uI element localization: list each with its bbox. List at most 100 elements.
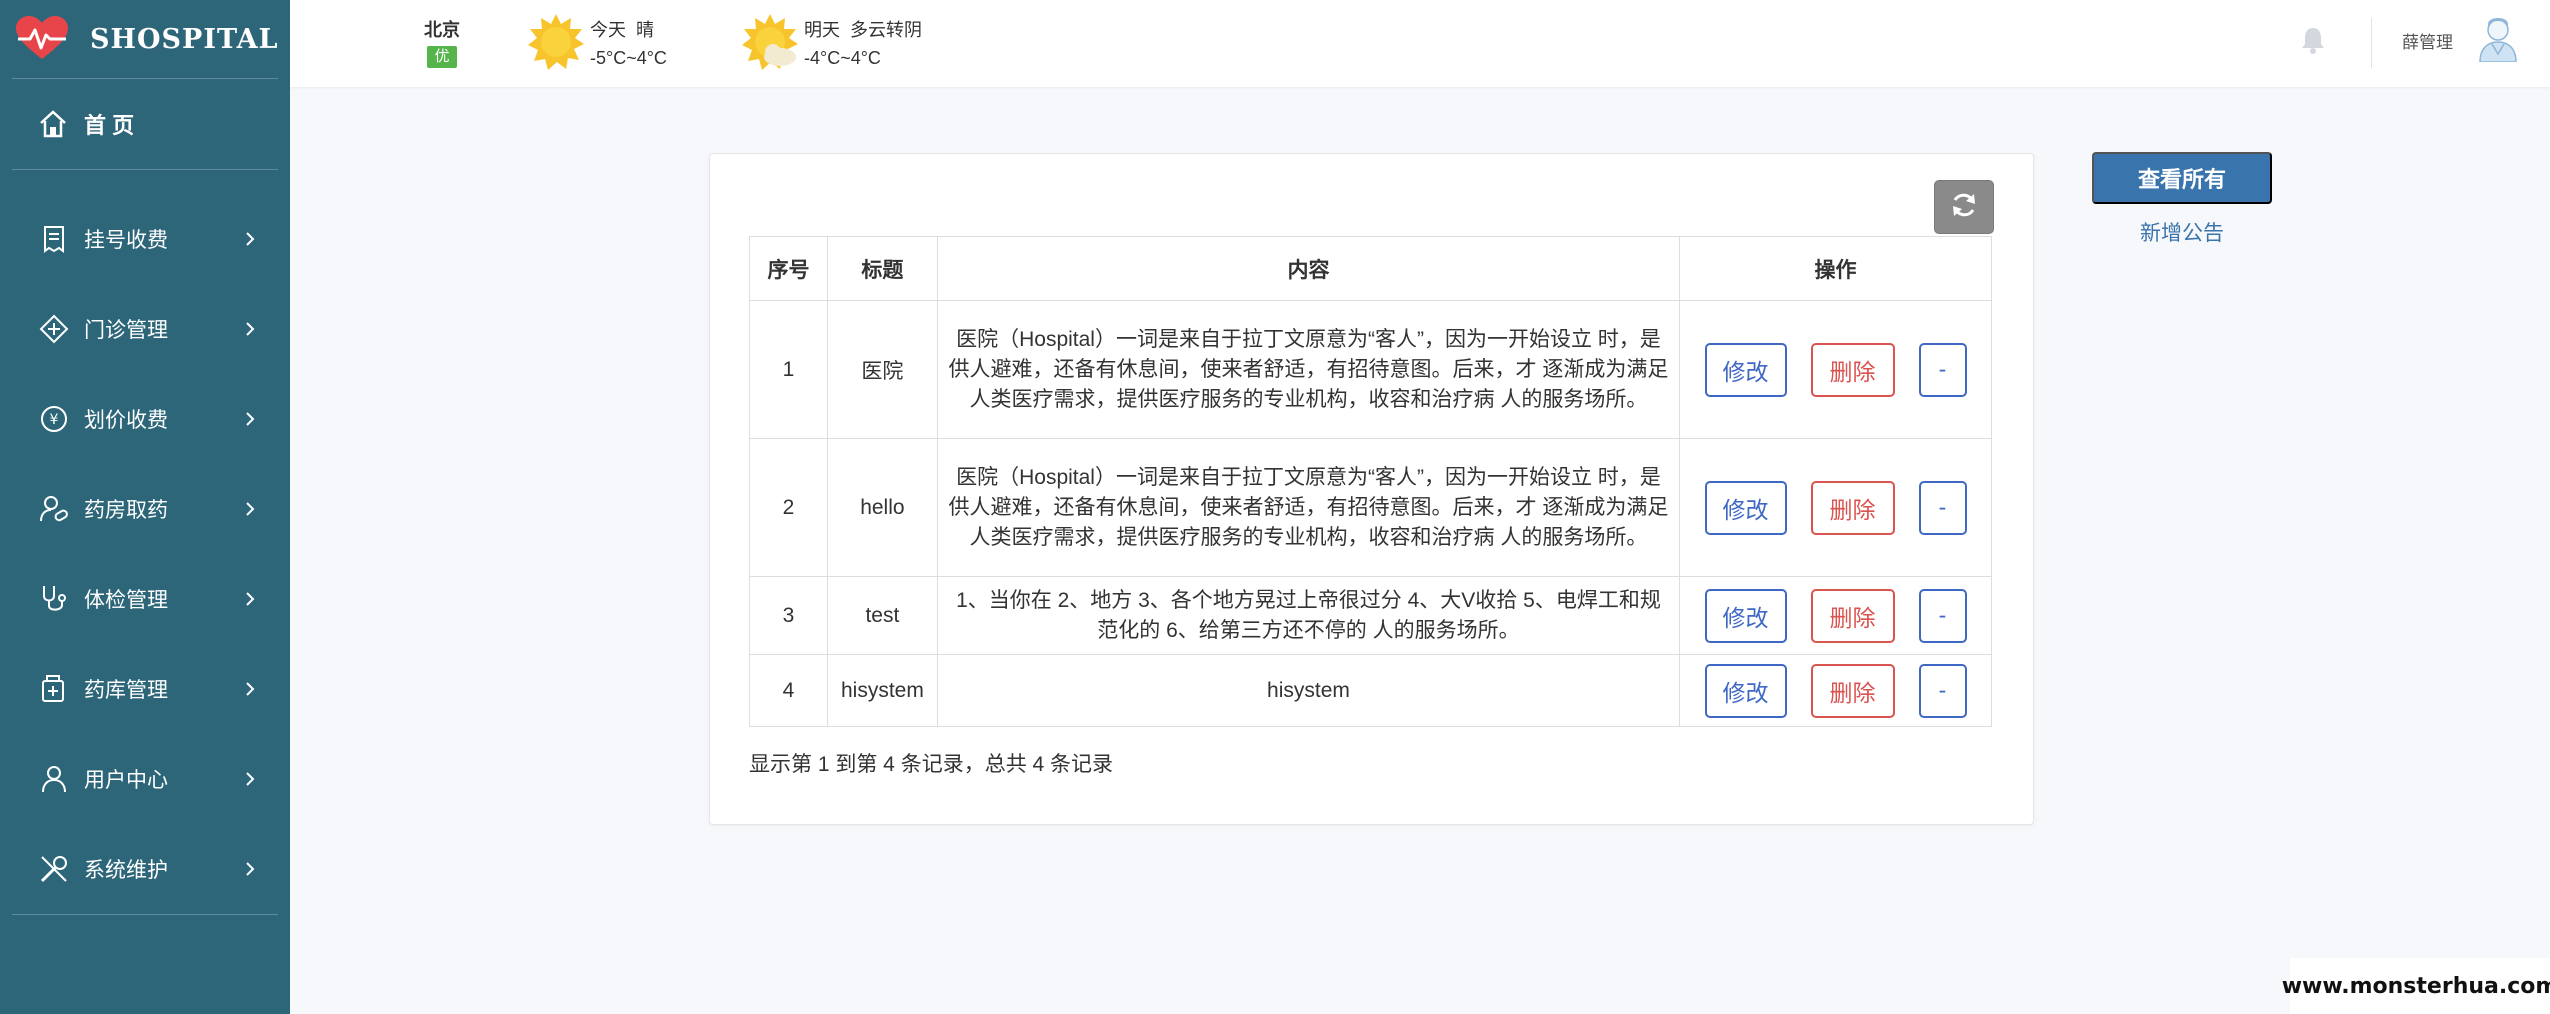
row-operations: 修改 删除 - xyxy=(1679,654,1992,727)
sidebar-menu: 挂号收费 门诊管理 ¥ 划价收费 药房取药 体检管理 药库管理 用户中心 系统维… xyxy=(0,170,290,914)
sidebar-item-label: 首 页 xyxy=(84,113,135,138)
bell-icon[interactable] xyxy=(2300,26,2326,54)
sidebar-item-pharmacy[interactable]: 药房取药 xyxy=(0,464,290,554)
sidebar-item-drug-store[interactable]: 药库管理 xyxy=(0,644,290,734)
notice-table: 序号 标题 内容 操作 1 医院 医院（Hospital）一词是来自于拉丁文原意… xyxy=(749,236,1992,727)
refresh-icon xyxy=(1949,190,1979,225)
receipt-icon xyxy=(38,223,70,255)
edit-button[interactable]: 修改 xyxy=(1704,588,1787,643)
weather-today-condition: 晴 xyxy=(636,20,655,40)
edit-button[interactable]: 修改 xyxy=(1704,342,1787,397)
column-header[interactable]: 操作 xyxy=(1679,236,1992,301)
row-operations: 修改 删除 - xyxy=(1679,300,1992,439)
partly-cloudy-icon xyxy=(740,12,800,72)
chevron-right-icon xyxy=(238,587,262,611)
chevron-right-icon xyxy=(238,407,262,431)
city-aqi: 北京 优 xyxy=(420,16,464,68)
heart-pulse-logo-icon xyxy=(14,15,70,63)
refresh-button[interactable] xyxy=(1934,180,1994,234)
row-content: 医院（Hospital）一词是来自于拉丁文原意为“客人”，因为一开始设立 时，是… xyxy=(936,300,1681,439)
chevron-right-icon xyxy=(238,857,262,881)
sidebar-item-system[interactable]: 系统维护 xyxy=(0,824,290,914)
sidebar-item-label: 体检管理 xyxy=(84,589,168,612)
user-name[interactable]: 薛管理 xyxy=(2402,28,2453,53)
table-row: 3 test 1、当你在 2、地方 3、各个地方晃过上帝很过分 4、大V收拾 5… xyxy=(749,576,1992,655)
row-title: test xyxy=(826,576,938,655)
topbar-divider xyxy=(2371,18,2372,68)
sidebar-item-label: 用户中心 xyxy=(84,769,168,792)
city-name: 北京 xyxy=(424,20,460,40)
row-title: 医院 xyxy=(826,300,938,439)
row-number: 3 xyxy=(749,576,828,655)
delete-button[interactable]: 删除 xyxy=(1810,342,1895,397)
row-operations: 修改 删除 - xyxy=(1679,438,1992,577)
topbar: 北京 优 今天 晴 -5°C~4°C 明天 多云转阴 -4°C~4°C 薛管理 xyxy=(290,0,2550,87)
row-number: 1 xyxy=(749,300,828,439)
app-name: SHOSPITAL xyxy=(90,23,279,55)
sidebar-divider xyxy=(12,914,278,915)
edit-button[interactable]: 修改 xyxy=(1704,480,1787,535)
sidebar-item-user-center[interactable]: 用户中心 xyxy=(0,734,290,824)
row-title: hisystem xyxy=(826,654,938,727)
sidebar-item-registration[interactable]: 挂号收费 xyxy=(0,194,290,284)
sidebar-item-pricing[interactable]: ¥ 划价收费 xyxy=(0,374,290,464)
sidebar-item-label: 药房取药 xyxy=(84,499,168,522)
svg-text:¥: ¥ xyxy=(50,412,59,428)
yuan-coin-icon: ¥ xyxy=(38,403,70,435)
stethoscope-icon xyxy=(38,583,70,615)
column-header[interactable]: 标题 xyxy=(826,236,938,301)
pagination-summary: 显示第 1 到第 4 条记录，总共 4 条记录 xyxy=(749,753,1114,776)
row-content: hisystem xyxy=(936,654,1681,727)
brand[interactable]: SHOSPITAL xyxy=(0,0,290,78)
delete-button[interactable]: 删除 xyxy=(1810,663,1895,718)
sidebar-item-checkup[interactable]: 体检管理 xyxy=(0,554,290,644)
weather-tomorrow-temp: -4°C~4°C xyxy=(804,48,881,68)
chevron-right-icon xyxy=(238,317,262,341)
add-notice-link[interactable]: 新增公告 xyxy=(2092,217,2272,247)
aqi-badge: 优 xyxy=(427,46,457,68)
edit-button[interactable]: 修改 xyxy=(1704,663,1787,718)
more-button[interactable]: - xyxy=(1918,588,1967,643)
column-header[interactable]: 内容 xyxy=(936,236,1681,301)
table-header-row: 序号 标题 内容 操作 xyxy=(749,236,1992,301)
table-row: 2 hello 医院（Hospital）一词是来自于拉丁文原意为“客人”，因为一… xyxy=(749,438,1992,577)
weather-tomorrow: 明天 多云转阴 -4°C~4°C xyxy=(740,12,922,72)
weather-tomorrow-label: 明天 xyxy=(804,20,840,40)
home-icon xyxy=(38,109,68,139)
user-icon xyxy=(38,763,70,795)
avatar[interactable] xyxy=(2476,14,2520,63)
column-header[interactable]: 序号 xyxy=(749,236,828,301)
medicine-box-icon xyxy=(38,673,70,705)
more-button[interactable]: - xyxy=(1918,663,1967,718)
chevron-right-icon xyxy=(238,227,262,251)
row-operations: 修改 删除 - xyxy=(1679,576,1992,655)
chevron-right-icon xyxy=(238,767,262,791)
sidebar-item-label: 划价收费 xyxy=(84,409,168,432)
weather-today-label: 今天 xyxy=(590,20,626,40)
table-row: 1 医院 医院（Hospital）一词是来自于拉丁文原意为“客人”，因为一开始设… xyxy=(749,300,1992,439)
notice-panel: 序号 标题 内容 操作 1 医院 医院（Hospital）一词是来自于拉丁文原意… xyxy=(709,153,2034,825)
row-title: hello xyxy=(826,438,938,577)
delete-button[interactable]: 删除 xyxy=(1810,480,1895,535)
weather-today-temp: -5°C~4°C xyxy=(590,48,667,68)
sidebar: SHOSPITAL 首 页 挂号收费 门诊管理 ¥ 划价收费 药房取药 体检管理… xyxy=(0,0,290,1014)
row-number: 2 xyxy=(749,438,828,577)
more-button[interactable]: - xyxy=(1918,480,1967,535)
sidebar-item-home[interactable]: 首 页 xyxy=(0,79,290,169)
watermark: www.monsterhua.com xyxy=(2282,958,2550,1014)
sidebar-item-label: 挂号收费 xyxy=(84,229,168,252)
delete-button[interactable]: 删除 xyxy=(1810,588,1895,643)
sidebar-item-label: 药库管理 xyxy=(84,679,168,702)
sidebar-item-outpatient[interactable]: 门诊管理 xyxy=(0,284,290,374)
stethoscope-cross-icon xyxy=(38,313,70,345)
sun-icon xyxy=(526,12,586,72)
pharmacy-icon xyxy=(38,493,70,525)
tools-icon xyxy=(38,853,70,885)
more-button[interactable]: - xyxy=(1918,342,1967,397)
view-all-button[interactable]: 查看所有 xyxy=(2092,152,2272,204)
row-number: 4 xyxy=(749,654,828,727)
weather-tomorrow-condition: 多云转阴 xyxy=(850,20,923,40)
sidebar-item-label: 系统维护 xyxy=(84,859,168,882)
table-row: 4 hisystem hisystem 修改 删除 - xyxy=(749,654,1992,727)
row-content: 1、当你在 2、地方 3、各个地方晃过上帝很过分 4、大V收拾 5、电焊工和规范… xyxy=(936,576,1681,655)
